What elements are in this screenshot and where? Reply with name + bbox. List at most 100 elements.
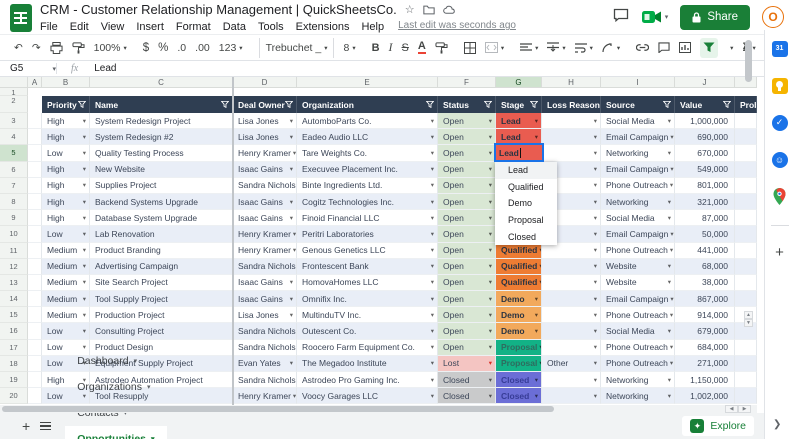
italic-icon[interactable]: I (389, 38, 393, 58)
row-number-16[interactable]: 16 (0, 323, 28, 340)
dropdown-arrow-icon[interactable]: ▾ (489, 376, 492, 384)
cell-a[interactable] (28, 355, 42, 372)
row-number-11[interactable]: 11 (0, 242, 28, 259)
cell-source[interactable]: Networking ▾ (601, 193, 675, 211)
dropdown-arrow-icon[interactable]: ▾ (431, 278, 434, 286)
dropdown-arrow-icon[interactable]: ▾ (594, 149, 597, 157)
cell-priority[interactable]: Medium ▾ (42, 242, 90, 259)
dropdown-arrow-icon[interactable]: ▾ (489, 278, 492, 286)
cell-organization[interactable]: Astrodeo Pro Gaming Inc. ▾ (297, 372, 438, 389)
cell-loss-reason[interactable]: ▾ (542, 388, 601, 405)
cell-row1[interactable] (601, 88, 675, 96)
cell-source[interactable]: Social Media ▾ (601, 323, 675, 340)
cell-stage[interactable]: Qualified▾ (496, 274, 542, 292)
dropdown-arrow-icon[interactable]: ▾ (489, 149, 492, 157)
cell-priority[interactable]: High ▾ (42, 129, 90, 146)
cell-loss-reason[interactable]: ▾ (542, 145, 601, 162)
dropdown-arrow-icon[interactable]: ▾ (489, 262, 492, 270)
dropdown-arrow-icon[interactable]: ▾ (431, 327, 434, 335)
cell-organization[interactable]: AutomboParts Co. ▾ (297, 113, 438, 130)
dropdown-arrow-icon[interactable]: ▾ (293, 149, 296, 157)
cell-a[interactable] (28, 193, 42, 211)
cell-a[interactable] (28, 291, 42, 308)
cell-organization[interactable]: HomovaHomes LLC ▾ (297, 274, 438, 292)
dropdown-arrow-icon[interactable]: ▾ (670, 295, 673, 303)
cell-loss-reason[interactable]: ▾ (542, 113, 601, 130)
dropdown-arrow-icon[interactable]: ▾ (290, 165, 293, 173)
cell-value[interactable]: 50,000 (675, 226, 735, 243)
cell-deal-owner[interactable]: Isaac Gains ▾ (233, 210, 297, 227)
active-cell-editor[interactable]: Lead (494, 143, 544, 162)
dropdown-arrow-icon[interactable]: ▾ (670, 246, 673, 254)
cell-deal-owner[interactable]: Sandra Nichols▾ (233, 323, 297, 340)
cell-probability[interactable] (735, 161, 757, 178)
cell-organization[interactable]: Cogitz Technologies Inc. ▾ (297, 193, 438, 211)
row-number-14[interactable]: 14 (0, 291, 28, 308)
cell-value[interactable]: 441,000 (675, 242, 735, 259)
cell-loss-reason[interactable]: ▾ (542, 323, 601, 340)
dropdown-arrow-icon[interactable]: ▾ (670, 343, 673, 351)
dropdown-arrow-icon[interactable]: ▾ (670, 133, 673, 141)
dropdown-arrow-icon[interactable]: ▾ (293, 230, 296, 238)
cell-loss-reason[interactable]: ▾ (542, 129, 601, 146)
dropdown-arrow-icon[interactable]: ▾ (431, 392, 434, 400)
tab-dashboard[interactable]: Dashboard ▾ (65, 348, 166, 374)
cell-source[interactable]: Networking ▾ (601, 372, 675, 389)
dropdown-arrow-icon[interactable]: ▾ (431, 246, 434, 254)
cell-status[interactable]: Open ▾ (438, 242, 496, 259)
cell-probability[interactable] (735, 210, 757, 227)
row-number-1[interactable]: 1 (0, 88, 28, 96)
menu-help[interactable]: Help (361, 21, 384, 33)
scroll-up-icon[interactable]: ▲ (744, 311, 753, 319)
cell-row1[interactable] (496, 88, 542, 96)
row-number-10[interactable]: 10 (0, 226, 28, 243)
cell-name[interactable]: Backend Systems Upgrade (90, 193, 233, 211)
cell-deal-owner[interactable]: Sandra Nichols▾ (233, 339, 297, 356)
cell-priority[interactable]: Low ▾ (42, 226, 90, 243)
cell-probability[interactable] (735, 177, 757, 194)
text-color-icon[interactable]: A (417, 38, 426, 58)
column-header-name[interactable]: Name (90, 96, 233, 113)
cell-name[interactable]: Quality Testing Process (90, 145, 233, 162)
dropdown-arrow-icon[interactable]: ▾ (668, 278, 671, 286)
column-header-priority[interactable]: Priority (42, 96, 90, 113)
cell-source[interactable]: Website ▾ (601, 274, 675, 292)
cell-status[interactable]: Open ▾ (438, 193, 496, 211)
row-number-17[interactable]: 17 (0, 339, 28, 356)
menu-data[interactable]: Data (223, 21, 246, 33)
row-number-6[interactable]: 6 (0, 161, 28, 178)
merge-cells-icon[interactable]: ▾ (484, 38, 504, 58)
dropdown-arrow-icon[interactable]: ▾ (83, 262, 86, 270)
cell-probability[interactable] (735, 372, 757, 389)
cell-stage[interactable]: Demo ▾ (496, 323, 542, 340)
dropdown-arrow-icon[interactable]: ▾ (489, 214, 492, 222)
dropdown-arrow-icon[interactable]: ▾ (489, 181, 492, 189)
row-number-15[interactable]: 15 (0, 307, 28, 324)
cell-value[interactable]: 549,000 (675, 161, 735, 178)
cell-value[interactable]: 271,000 (675, 355, 735, 372)
cell-probability[interactable] (735, 226, 757, 243)
cell-source[interactable]: Phone Outreach ▾ (601, 242, 675, 259)
dropdown-arrow-icon[interactable]: ▾ (290, 198, 293, 206)
all-sheets-icon[interactable] (40, 421, 52, 431)
dropdown-arrow-icon[interactable]: ▾ (670, 165, 673, 173)
cell-value[interactable]: 38,000 (675, 274, 735, 292)
dropdown-arrow-icon[interactable]: ▾ (489, 133, 492, 141)
scroll-down-icon[interactable]: ▼ (744, 319, 753, 327)
more-formats-select[interactable]: 123 ▾ (219, 38, 243, 58)
cell-name[interactable]: Consulting Project (90, 323, 233, 340)
cell-name[interactable]: Lab Renovation (90, 226, 233, 243)
text-wrap-icon[interactable]: ▾ (574, 38, 593, 58)
cell-organization[interactable]: Finoid Financial LLC ▾ (297, 210, 438, 227)
cell-name[interactable]: Production Project (90, 307, 233, 324)
filter-funnel-icon[interactable] (220, 100, 230, 110)
cell-name[interactable]: Supplies Project (90, 177, 233, 194)
column-header-E[interactable]: E (297, 77, 438, 88)
cell-row1[interactable] (438, 88, 496, 96)
cell-status[interactable]: Open ▾ (438, 145, 496, 162)
dropdown-arrow-icon[interactable]: ▾ (431, 133, 434, 141)
dropdown-arrow-icon[interactable]: ▾ (290, 359, 293, 367)
dropdown-arrow-icon[interactable]: ▾ (489, 246, 492, 254)
cell-source[interactable]: Phone Outreach ▾ (601, 339, 675, 356)
dropdown-arrow-icon[interactable]: ▾ (535, 295, 538, 303)
